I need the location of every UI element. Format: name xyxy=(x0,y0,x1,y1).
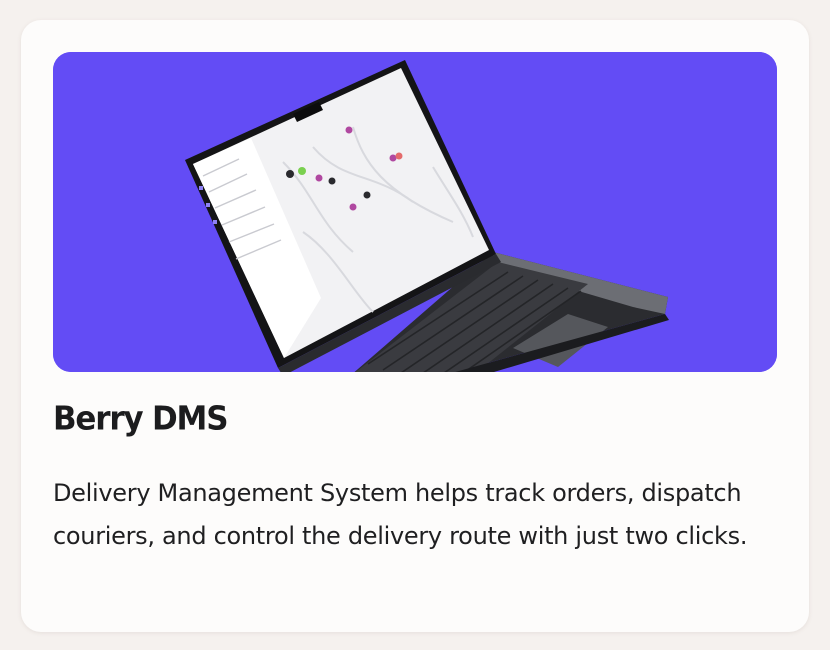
project-description: Delivery Management System helps track o… xyxy=(53,479,748,550)
project-card[interactable]: Berry DMS Delivery Management System hel… xyxy=(21,20,809,632)
project-hero-image xyxy=(53,52,777,372)
project-title: Berry DMS xyxy=(53,400,229,438)
laptop-illustration xyxy=(53,52,777,372)
